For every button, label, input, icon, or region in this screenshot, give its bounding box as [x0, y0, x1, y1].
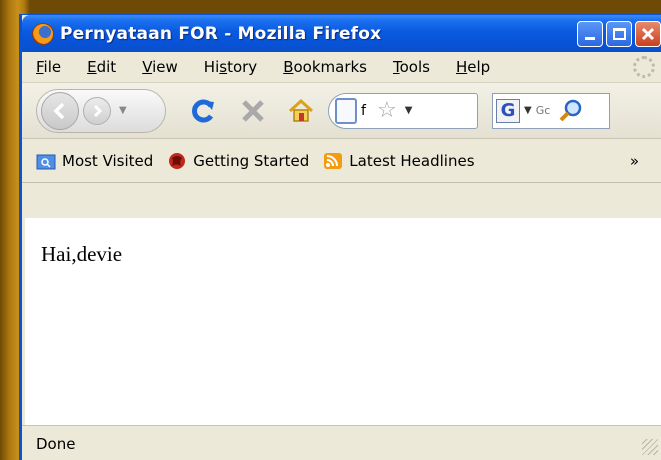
reload-icon: [192, 99, 214, 122]
status-text: Done: [36, 434, 76, 453]
close-button[interactable]: [635, 20, 661, 47]
bookmarks-overflow-button[interactable]: »: [630, 152, 639, 170]
google-engine-icon[interactable]: G: [496, 98, 520, 123]
search-button[interactable]: [556, 96, 586, 126]
title-bar: Pernyataan FOR - Mozilla Firefox: [22, 15, 661, 52]
menu-history[interactable]: History: [204, 58, 257, 76]
throbber-icon: [633, 56, 655, 78]
window-title: Pernyataan FOR - Mozilla Firefox: [60, 23, 382, 44]
home-icon: [288, 98, 314, 122]
location-bar[interactable]: f ☆ ▼: [328, 92, 478, 129]
menu-edit[interactable]: Edit: [87, 58, 116, 76]
bookmark-label: Getting Started: [193, 151, 310, 170]
minimize-button[interactable]: [577, 20, 603, 47]
navigation-toolbar: ▼ f ☆ ▼ G ▼: [22, 83, 661, 139]
menu-tools[interactable]: Tools: [393, 58, 430, 76]
minimize-icon: [585, 36, 595, 40]
page-icon: [335, 97, 357, 124]
status-bar: Done: [22, 425, 661, 460]
menu-help[interactable]: Help: [456, 58, 490, 76]
bookmark-label: Most Visited: [62, 151, 154, 170]
search-bar[interactable]: G ▼: [492, 92, 610, 129]
back-arrow-icon: [53, 102, 65, 119]
stop-button[interactable]: [236, 94, 270, 128]
menu-file[interactable]: File: [36, 58, 61, 76]
url-dropdown-icon[interactable]: ▼: [405, 105, 413, 116]
page-content: Hai,devie: [25, 218, 661, 428]
stop-icon: [242, 99, 264, 122]
firefox-logo-icon: [32, 22, 54, 45]
bookmark-label: Latest Headlines: [349, 151, 475, 170]
bookmarks-toolbar: Most Visited Getting Started Latest Head…: [22, 139, 661, 183]
browser-window: Pernyataan FOR - Mozilla Firefox File Ed…: [19, 14, 661, 460]
close-icon: [641, 27, 655, 40]
back-forward-group: ▼: [36, 88, 166, 133]
window-controls: [577, 20, 661, 47]
forward-button[interactable]: [83, 96, 111, 125]
menu-bookmarks[interactable]: Bookmarks: [283, 58, 367, 76]
bookmark-getting-started[interactable]: Getting Started: [167, 152, 309, 170]
engine-dropdown-icon[interactable]: ▼: [524, 105, 532, 116]
reload-button[interactable]: [186, 94, 220, 128]
magnifier-icon: [559, 99, 581, 121]
folder-search-icon: [36, 152, 56, 170]
page-text: Hai,devie: [41, 242, 123, 266]
forward-arrow-icon: [93, 104, 103, 117]
resize-grip-icon[interactable]: [642, 439, 658, 455]
back-button[interactable]: [41, 91, 79, 130]
home-button[interactable]: [284, 94, 318, 128]
menu-view[interactable]: View: [142, 58, 178, 76]
bookmark-most-visited[interactable]: Most Visited: [36, 152, 153, 170]
menu-bar: File Edit View History Bookmarks Tools H…: [22, 52, 661, 83]
rss-feed-icon: [323, 152, 343, 170]
maximize-button[interactable]: [606, 20, 632, 47]
search-input[interactable]: [535, 104, 556, 117]
bookmark-latest-headlines[interactable]: Latest Headlines: [323, 151, 475, 170]
history-dropdown-icon[interactable]: ▼: [119, 105, 127, 116]
firefox-red-icon: [167, 152, 187, 170]
url-text[interactable]: f: [361, 103, 373, 119]
maximize-icon: [612, 27, 626, 40]
star-icon[interactable]: ☆: [377, 99, 397, 122]
